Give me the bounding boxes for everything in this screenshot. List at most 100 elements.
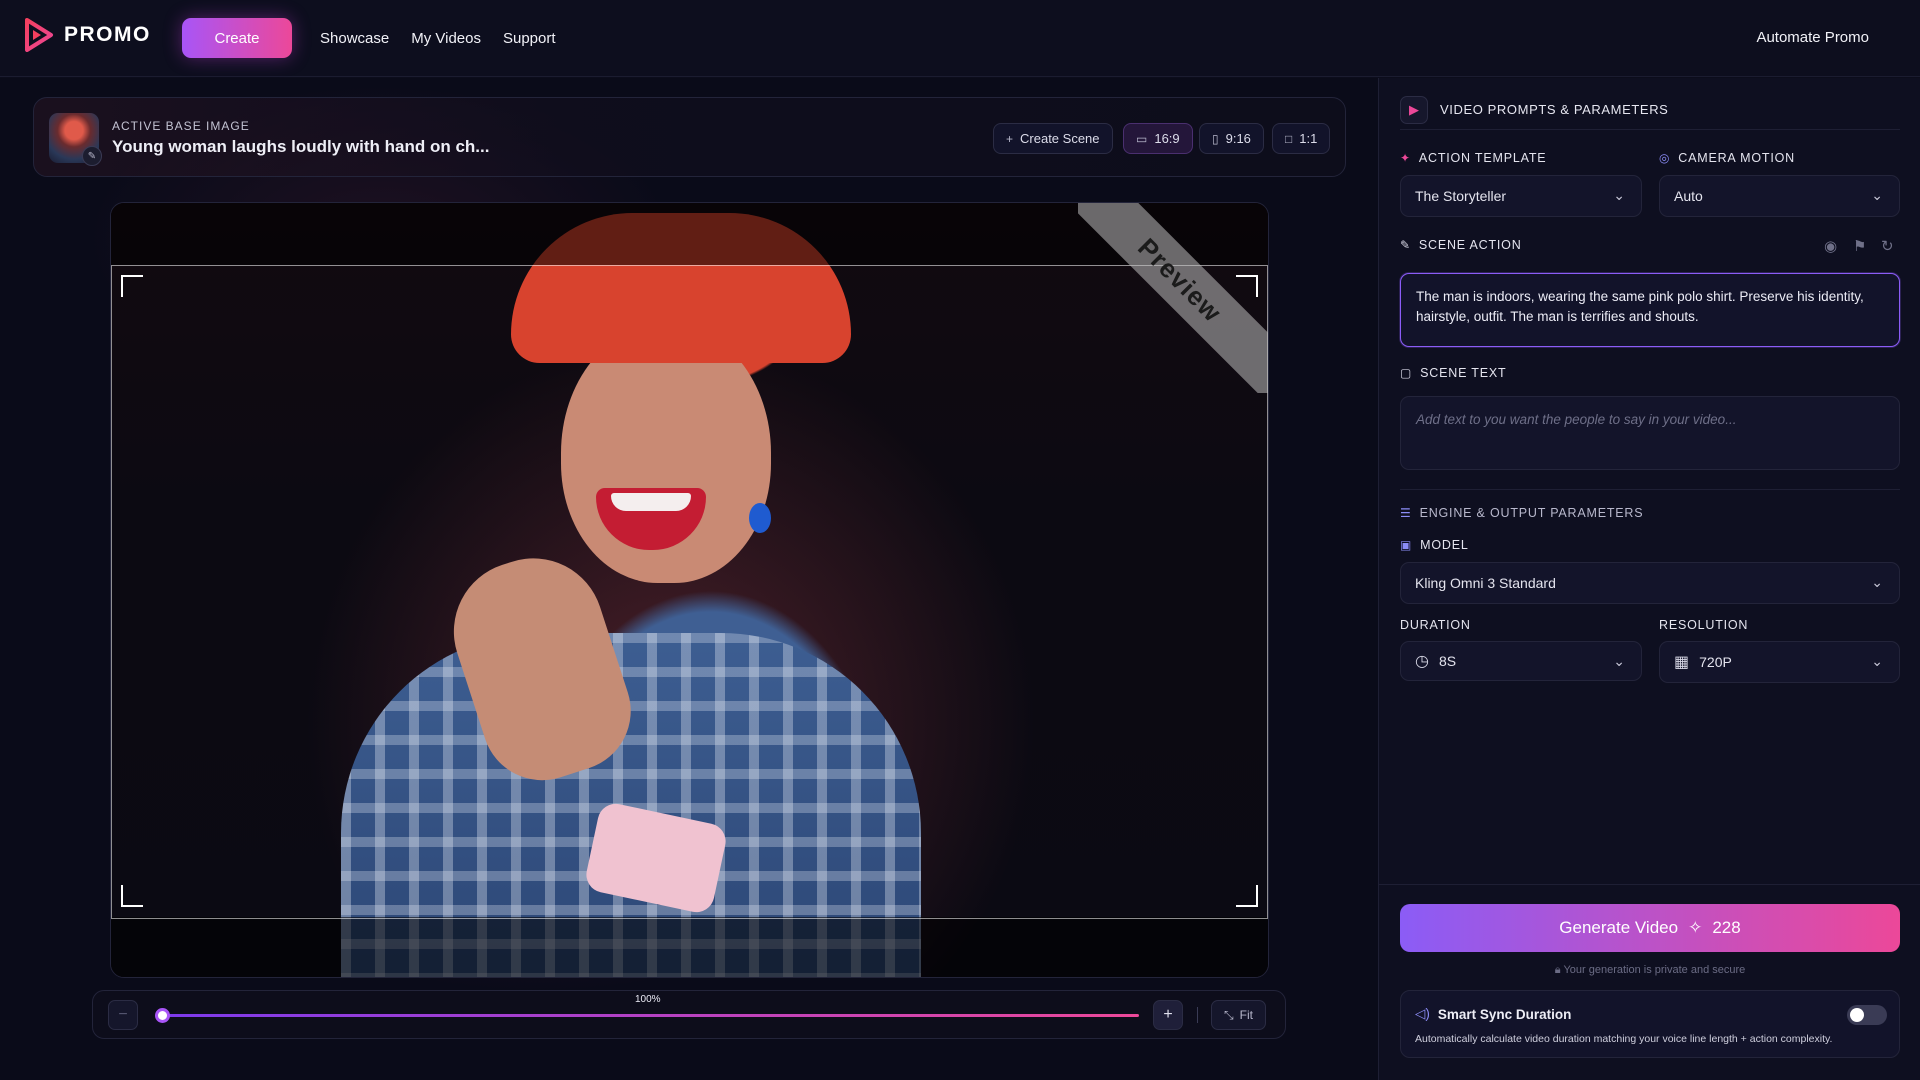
speech-bubble-icon: ▢ bbox=[1400, 366, 1413, 380]
aspect-label: 16:9 bbox=[1154, 131, 1180, 146]
aspect-16-9-button[interactable]: ▭ 16:9 bbox=[1123, 123, 1193, 154]
scene-action-label-text: SCENE ACTION bbox=[1418, 238, 1522, 252]
base-image-title: Young woman laughs loudly with hand on c… bbox=[112, 137, 490, 156]
action-template-label: ✦ ACTION TEMPLATE bbox=[1400, 151, 1546, 165]
portrait-icon: ▯ bbox=[1212, 131, 1219, 146]
divider bbox=[1379, 884, 1920, 885]
crop-corner-bottom-left[interactable] bbox=[121, 885, 143, 907]
eye-icon[interactable]: ◉ bbox=[1824, 237, 1837, 255]
pencil-icon: ✎ bbox=[1400, 238, 1411, 252]
logo[interactable]: PROMO bbox=[24, 18, 151, 52]
film-icon: ▦ bbox=[1674, 654, 1690, 671]
smart-sync-title-text: Smart Sync Duration bbox=[1437, 1006, 1572, 1022]
automate-promo-link[interactable]: Automate Promo bbox=[1756, 29, 1869, 46]
video-camera-icon: ▶ bbox=[1400, 95, 1428, 124]
create-button[interactable]: Create bbox=[182, 18, 292, 58]
preview-ribbon-text: Preview bbox=[1078, 203, 1268, 393]
model-label-text: MODEL bbox=[1420, 538, 1469, 552]
top-navbar: PROMO Create Showcase My Videos Support … bbox=[0, 0, 1920, 77]
active-base-image-bar: ✎ ACTIVE BASE IMAGE Young woman laughs l… bbox=[33, 97, 1346, 177]
divider bbox=[1197, 1007, 1198, 1023]
resolution-select[interactable]: ▦ 720P ⌄ bbox=[1659, 641, 1900, 683]
sparkles-icon: ✧ bbox=[1688, 918, 1703, 937]
zoom-value: 100% bbox=[635, 994, 661, 1005]
chevron-down-icon: ⌄ bbox=[1871, 187, 1883, 203]
privacy-note: 🔒︎ Your generation is private and secure bbox=[1379, 964, 1920, 977]
zoom-control: − 100% + ⤡ Fit bbox=[92, 990, 1286, 1039]
privacy-note-text: Your generation is private and secure bbox=[1563, 964, 1746, 976]
edit-icon[interactable]: ✎ bbox=[82, 146, 102, 166]
credit-count: 228 bbox=[1712, 918, 1741, 937]
aspect-9-16-button[interactable]: ▯ 9:16 bbox=[1199, 123, 1264, 154]
chevron-down-icon: ⌄ bbox=[1613, 187, 1625, 203]
parameters-panel: ▶ VIDEO PROMPTS & PARAMETERS ✦ ACTION TE… bbox=[1378, 78, 1920, 1080]
model-value: Kling Omni 3 Standard bbox=[1415, 575, 1556, 591]
create-scene-button[interactable]: + Create Scene bbox=[993, 123, 1113, 154]
smart-sync-toggle[interactable] bbox=[1847, 1005, 1887, 1025]
zoom-slider-handle[interactable] bbox=[155, 1008, 170, 1023]
play-logo-icon bbox=[25, 18, 53, 52]
model-label: ▣ MODEL bbox=[1400, 538, 1469, 552]
aspect-label: 9:16 bbox=[1225, 131, 1251, 146]
scene-action-textarea[interactable]: The man is indoors, wearing the same pin… bbox=[1400, 273, 1900, 347]
nav-my-videos[interactable]: My Videos bbox=[411, 30, 481, 47]
scene-text-label: ▢ SCENE TEXT bbox=[1400, 366, 1506, 380]
duration-select[interactable]: ◷ 8S ⌄ bbox=[1400, 641, 1642, 681]
smart-sync-title: ◁) Smart Sync Duration bbox=[1415, 1006, 1571, 1022]
logo-text: PROMO bbox=[64, 23, 151, 46]
crop-mask-bottom bbox=[111, 917, 1268, 977]
zoom-out-button[interactable]: − bbox=[108, 1000, 138, 1030]
main-nav: Showcase My Videos Support bbox=[320, 30, 556, 47]
model-select[interactable]: Kling Omni 3 Standard ⌄ bbox=[1400, 562, 1900, 604]
duration-label-text: DURATION bbox=[1400, 618, 1471, 632]
camera-motion-label: ◎ CAMERA MOTION bbox=[1659, 151, 1795, 165]
nav-showcase[interactable]: Showcase bbox=[320, 30, 389, 47]
preview-ribbon: Preview bbox=[1078, 203, 1268, 393]
action-template-label-text: ACTION TEMPLATE bbox=[1418, 151, 1547, 165]
zoom-slider-track[interactable] bbox=[163, 1014, 1139, 1017]
chevron-down-icon: ⌄ bbox=[1871, 653, 1883, 669]
zoom-in-button[interactable]: + bbox=[1153, 1000, 1183, 1030]
resolution-label: RESOLUTION bbox=[1659, 618, 1748, 632]
crop-corner-bottom-right[interactable] bbox=[1236, 885, 1258, 907]
smart-sync-card: ◁) Smart Sync Duration Automatically cal… bbox=[1400, 990, 1900, 1058]
chevron-down-icon: ⌄ bbox=[1871, 574, 1883, 590]
square-icon: □ bbox=[1285, 131, 1293, 146]
clock-icon: ◷ bbox=[1415, 653, 1429, 670]
chip-icon: ▣ bbox=[1400, 538, 1413, 552]
generate-label: Generate Video bbox=[1559, 918, 1679, 937]
flag-icon[interactable]: ⚑ bbox=[1853, 237, 1866, 255]
landscape-icon: ▭ bbox=[1136, 131, 1148, 146]
scene-action-label: ✎ SCENE ACTION bbox=[1400, 238, 1522, 252]
scene-text-label-text: SCENE TEXT bbox=[1420, 366, 1507, 380]
divider bbox=[1400, 489, 1900, 490]
camera-motion-label-text: CAMERA MOTION bbox=[1678, 151, 1795, 165]
camera-motion-select[interactable]: Auto ⌄ bbox=[1659, 175, 1900, 217]
aspect-1-1-button[interactable]: □ 1:1 bbox=[1272, 123, 1331, 154]
camera-motion-value: Auto bbox=[1674, 188, 1703, 204]
panel-header: ▶ VIDEO PROMPTS & PARAMETERS bbox=[1400, 90, 1900, 130]
preview-canvas[interactable]: Preview bbox=[110, 202, 1269, 978]
nav-support[interactable]: Support bbox=[503, 30, 556, 47]
aspect-label: 1:1 bbox=[1299, 131, 1318, 146]
camera-icon: ◎ bbox=[1659, 151, 1671, 165]
base-image-label: ACTIVE BASE IMAGE bbox=[112, 119, 250, 133]
duration-value: 8S bbox=[1438, 653, 1457, 669]
panel-title: VIDEO PROMPTS & PARAMETERS bbox=[1440, 102, 1669, 117]
resolution-label-text: RESOLUTION bbox=[1659, 618, 1749, 632]
refresh-icon[interactable]: ↻ bbox=[1881, 237, 1894, 255]
crop-corner-top-left[interactable] bbox=[121, 275, 143, 297]
scene-text-input[interactable]: Add text to you want the people to say i… bbox=[1400, 396, 1900, 470]
fit-button[interactable]: ⤡ Fit bbox=[1211, 1000, 1266, 1030]
create-scene-label: Create Scene bbox=[1020, 131, 1100, 146]
generate-video-button[interactable]: Generate Video ✧ 228 bbox=[1400, 904, 1900, 952]
sliders-icon: ☰ bbox=[1400, 506, 1412, 520]
action-template-select[interactable]: The Storyteller ⌄ bbox=[1400, 175, 1642, 217]
engine-params-label-text: ENGINE & OUTPUT PARAMETERS bbox=[1419, 506, 1644, 520]
chevron-down-icon: ⌄ bbox=[1613, 653, 1625, 669]
action-template-value: The Storyteller bbox=[1415, 188, 1507, 204]
resolution-value: 720P bbox=[1699, 654, 1732, 670]
sparkle-icon: ✦ bbox=[1400, 151, 1411, 165]
smart-sync-description: Automatically calculate video duration m… bbox=[1415, 1033, 1833, 1045]
plus-icon: + bbox=[1006, 131, 1014, 146]
